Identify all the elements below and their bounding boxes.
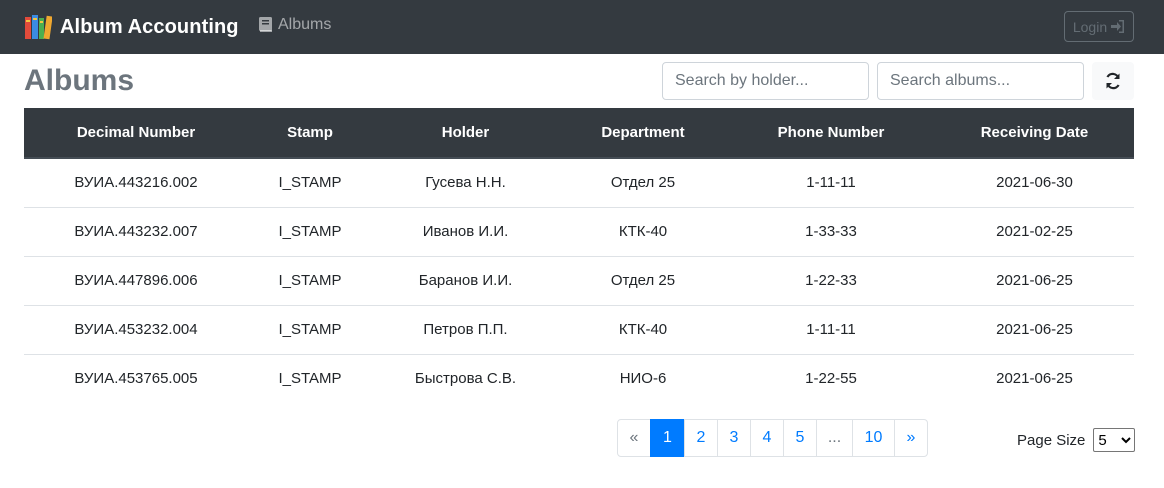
cell-department: Отдел 25 xyxy=(559,255,727,305)
cell-receiving-date: 2021-02-25 xyxy=(935,206,1134,256)
cell-decimal-number: ВУИА.453765.005 xyxy=(24,353,248,403)
brand-title: Album Accounting xyxy=(60,15,239,38)
col-receiving-date[interactable]: Receiving Date xyxy=(935,108,1134,159)
table-row[interactable]: ВУИА.443232.007 I_STAMP Иванов И.И. КТК-… xyxy=(24,206,1134,256)
cell-department: Отдел 25 xyxy=(610,174,676,192)
table-header-row: Decimal Number Stamp Holder Department P… xyxy=(24,108,1134,159)
cell-department: КТК-40 xyxy=(559,304,727,354)
cell-stamp: I_STAMP xyxy=(248,353,372,403)
nav-albums-link[interactable]: Albums xyxy=(259,16,331,34)
cell-receiving-date: 2021-06-25 xyxy=(935,255,1134,305)
page-title: Albums xyxy=(24,64,135,97)
col-stamp[interactable]: Stamp xyxy=(248,108,372,159)
cell-phone-number: 1-11-11 xyxy=(727,304,935,354)
cell-decimal-number: ВУИА.453232.004 xyxy=(24,304,248,354)
cell-stamp: I_STAMP xyxy=(248,255,372,305)
page-button-5[interactable]: 5 xyxy=(783,419,817,457)
page-button-1[interactable]: 1 xyxy=(650,419,685,457)
cell-decimal-number: ВУИА.443216.002 xyxy=(74,174,198,192)
page-button-4[interactable]: 4 xyxy=(750,419,784,457)
cell-holder: Баранов И.И. xyxy=(372,255,559,305)
login-button[interactable]: Login xyxy=(1064,11,1134,42)
col-department[interactable]: Department xyxy=(559,108,727,159)
refresh-icon xyxy=(1106,72,1120,90)
page-button-3[interactable]: 3 xyxy=(717,419,751,457)
brand-link[interactable]: Album Accounting xyxy=(24,12,239,42)
page-next-button[interactable]: » xyxy=(894,419,928,457)
page-button-2[interactable]: 2 xyxy=(684,419,718,457)
login-label: Login xyxy=(1072,18,1108,35)
albums-table: Decimal Number Stamp Holder Department P… xyxy=(24,108,1134,403)
page-prev-button[interactable]: « xyxy=(617,419,651,457)
cell-department: КТК-40 xyxy=(559,206,727,256)
cell-receiving-date: 2021-06-25 xyxy=(935,353,1134,403)
cell-holder: Гусева Н.Н. xyxy=(425,174,506,192)
cell-holder: Иванов И.И. xyxy=(372,206,559,256)
cell-phone-number: 1-11-11 xyxy=(806,174,856,192)
cell-phone-number: 1-33-33 xyxy=(727,206,935,256)
table-row[interactable]: ВУИА.453232.004 I_STAMP Петров П.П. КТК-… xyxy=(24,304,1134,354)
page-size-control: Page Size 5 xyxy=(1017,428,1136,452)
navbar: Album Accounting Albums Login xyxy=(0,0,1164,54)
cell-decimal-number: ВУИА.447896.006 xyxy=(24,255,248,305)
pagination: « 1 2 3 4 5 ... 10 » xyxy=(617,419,928,457)
cell-phone-number: 1-22-33 xyxy=(727,255,935,305)
cell-department: НИО-6 xyxy=(559,353,727,403)
search-holder-input[interactable] xyxy=(662,62,869,100)
cell-holder: Быстрова С.В. xyxy=(372,353,559,403)
cell-stamp: I_STAMP xyxy=(248,304,372,354)
cell-holder: Петров П.П. xyxy=(372,304,559,354)
cell-decimal-number: ВУИА.443232.007 xyxy=(24,206,248,256)
table-row[interactable]: ВУИА.453765.005 I_STAMP Быстрова С.В. НИ… xyxy=(24,353,1134,403)
page-button-10[interactable]: 10 xyxy=(852,419,895,457)
col-decimal-number[interactable]: Decimal Number xyxy=(24,108,248,159)
cell-phone-number: 1-22-55 xyxy=(727,353,935,403)
page-size-select[interactable]: 5 xyxy=(1093,428,1136,452)
book-icon xyxy=(259,17,273,33)
table-row[interactable]: ВУИА.447896.006 I_STAMP Баранов И.И. Отд… xyxy=(24,255,1134,305)
cell-stamp: I_STAMP xyxy=(248,206,372,256)
cell-receiving-date: 2021-06-30 xyxy=(996,174,1073,192)
page-size-label: Page Size xyxy=(1017,431,1086,449)
col-phone-number[interactable]: Phone Number xyxy=(727,108,935,159)
nav-albums-label: Albums xyxy=(278,16,332,33)
search-albums-input[interactable] xyxy=(877,62,1084,100)
sign-in-icon xyxy=(1111,20,1125,33)
page-ellipsis: ... xyxy=(816,419,853,457)
cell-stamp: I_STAMP xyxy=(278,174,342,192)
col-holder[interactable]: Holder xyxy=(372,108,559,159)
cell-receiving-date: 2021-06-25 xyxy=(935,304,1134,354)
books-logo-icon xyxy=(24,14,52,40)
table-row[interactable]: ВУИА.443216.002 I_STAMP Гусева Н.Н. Отде… xyxy=(24,158,1134,207)
refresh-button[interactable] xyxy=(1092,62,1134,100)
